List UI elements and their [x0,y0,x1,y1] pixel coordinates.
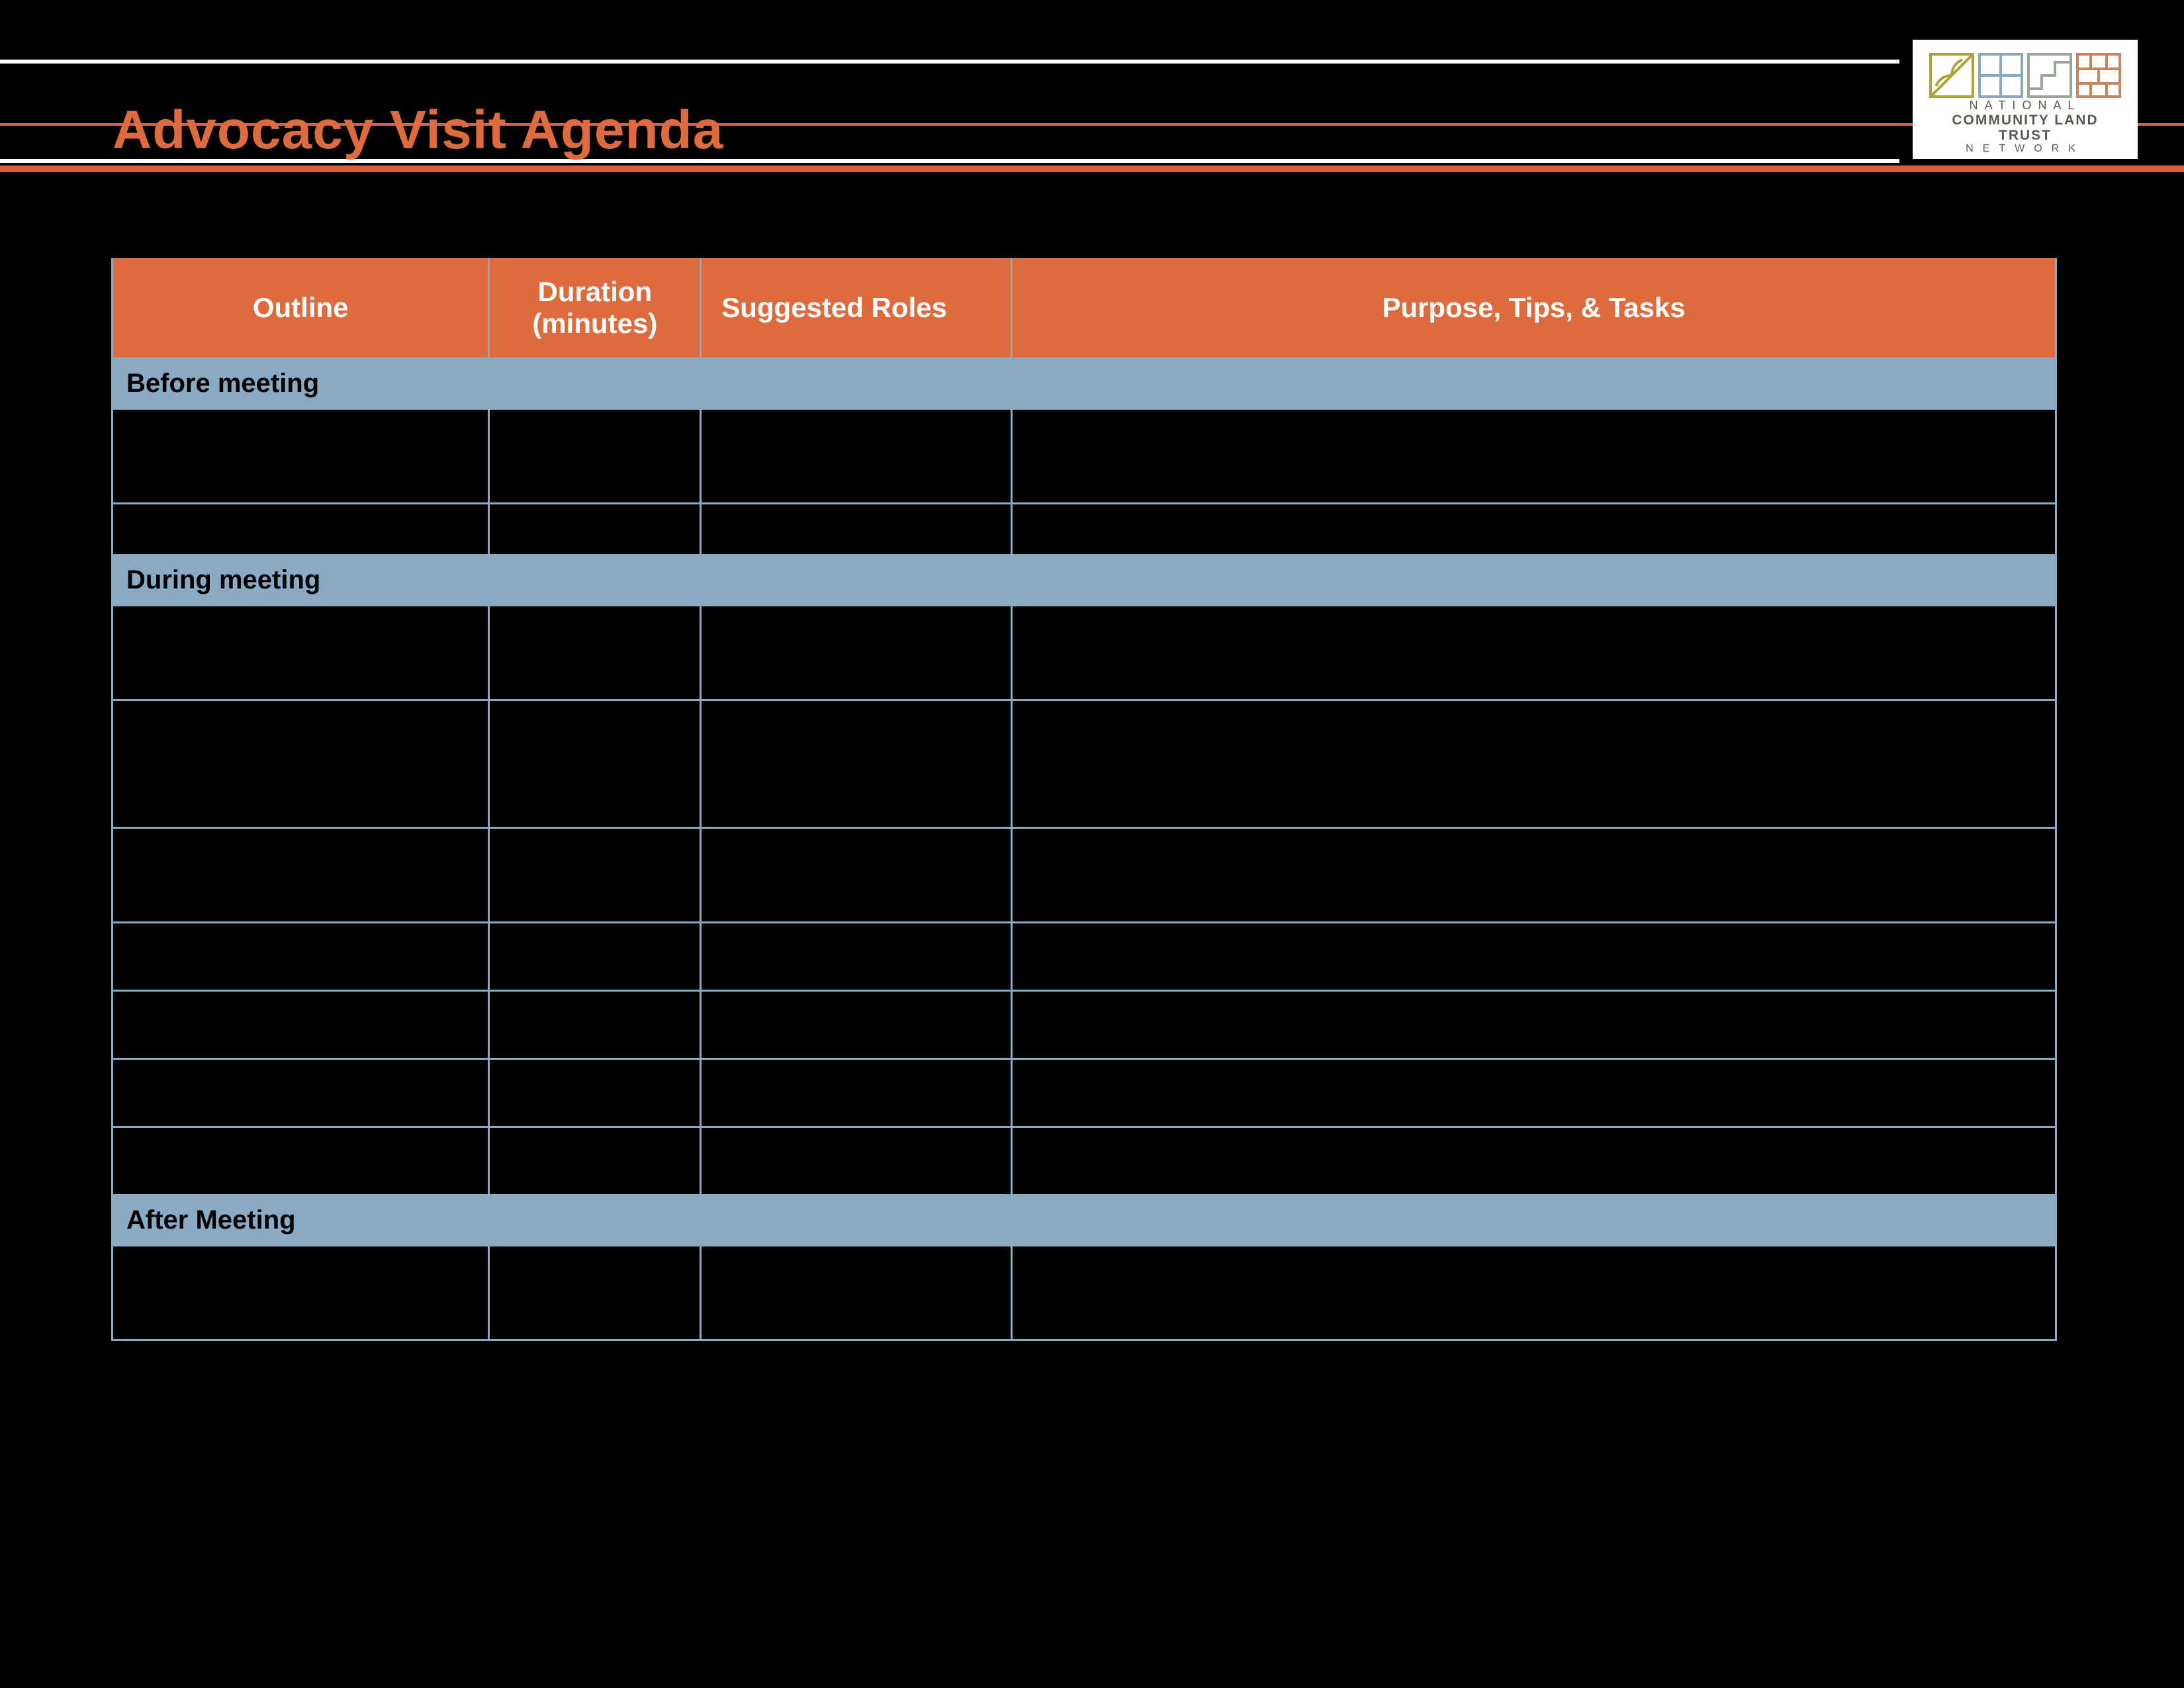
table-row [113,828,2056,923]
header-rule-white-top [0,60,1899,64]
col-header-outline: Outline [113,258,489,359]
page-title: Advocacy Visit Agenda [113,99,723,162]
col-header-duration: Duration (minutes) [489,258,701,359]
section-label: During meeting [113,555,2056,606]
cell-duration [489,700,701,828]
agenda-table: Outline Duration (minutes) Suggested Rol… [111,258,2057,1341]
cell-roles [701,606,1012,700]
org-logo: NATIONAL COMMUNITY LAND TRUST NETWORK [1913,40,2138,159]
cell-duration [489,504,701,555]
logo-text-line1: NATIONAL [1925,99,2126,113]
col-header-duration-line2: (minutes) [532,308,657,339]
table-row [113,991,2056,1059]
cell-roles [701,409,1012,504]
logo-tile-brick-icon [2075,52,2122,99]
cell-roles [701,1059,1012,1127]
cell-duration [489,409,701,504]
col-header-purpose: Purpose, Tips, & Tasks [1011,258,2056,359]
cell-purpose [1011,1246,2056,1340]
agenda-table-body: Before meeting During meeting After Meetin… [113,359,2056,1340]
cell-purpose [1011,991,2056,1059]
logo-text-line3: NETWORK [1925,143,2126,155]
cell-roles [701,1127,1012,1196]
cell-purpose [1011,606,2056,700]
logo-icon-row [1928,52,2122,99]
logo-tile-stair-icon [2026,52,2073,99]
section-row: Before meeting [113,359,2056,409]
cell-duration [489,828,701,923]
cell-duration [489,1059,701,1127]
col-header-duration-line1: Duration [537,276,652,307]
cell-outline [113,991,489,1059]
cell-outline [113,606,489,700]
cell-duration [489,606,701,700]
table-row [113,923,2056,991]
cell-roles [701,923,1012,991]
cell-duration [489,1127,701,1196]
table-row [113,504,2056,555]
logo-tile-window-icon [1977,52,2025,99]
cell-purpose [1011,504,2056,555]
cell-outline [113,828,489,923]
cell-purpose [1011,1127,2056,1196]
cell-roles [701,700,1012,828]
cell-purpose [1011,828,2056,923]
section-row: During meeting [113,555,2056,606]
table-row [113,700,2056,828]
cell-outline [113,409,489,504]
cell-duration [489,1246,701,1340]
cell-roles [701,991,1012,1059]
table-row [113,1127,2056,1196]
table-header-row: Outline Duration (minutes) Suggested Rol… [113,258,2056,359]
cell-outline [113,504,489,555]
cell-roles [701,504,1012,555]
logo-text-line2: COMMUNITY LAND TRUST [1925,113,2126,143]
table-row [113,606,2056,700]
cell-duration [489,923,701,991]
cell-outline [113,923,489,991]
section-label: Before meeting [113,359,2056,409]
cell-outline [113,1059,489,1127]
header-rule-orange-bot [0,165,2184,172]
table-row [113,409,2056,504]
cell-purpose [1011,700,2056,828]
cell-purpose [1011,923,2056,991]
logo-text: NATIONAL COMMUNITY LAND TRUST NETWORK [1925,99,2126,155]
table-row [113,1246,2056,1340]
cell-roles [701,1246,1012,1340]
cell-outline [113,700,489,828]
col-header-roles: Suggested Roles [701,258,1012,359]
table-row [113,1059,2056,1127]
section-row: After Meeting [113,1196,2056,1246]
cell-duration [489,991,701,1059]
cell-outline [113,1127,489,1196]
cell-roles [701,828,1012,923]
logo-tile-leaf-icon [1928,52,1976,99]
cell-outline [113,1246,489,1340]
cell-purpose [1011,1059,2056,1127]
section-label: After Meeting [113,1196,2056,1246]
cell-purpose [1011,409,2056,504]
